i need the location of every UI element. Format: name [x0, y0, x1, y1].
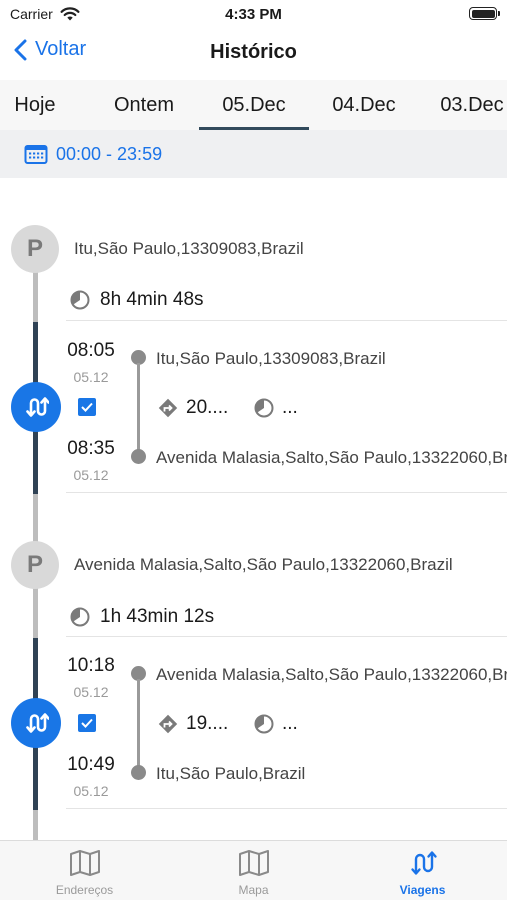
- route-swap-icon: [26, 713, 49, 733]
- map-icon: [238, 850, 269, 876]
- status-time: 4:33 PM: [225, 6, 282, 23]
- parking-duration: 1h 43min 12s: [70, 606, 214, 628]
- trip-from-address: Avenida Malasia,Salto,São Paulo,13322060…: [156, 665, 507, 684]
- trip-connector: [137, 363, 140, 451]
- route-icon: [410, 851, 437, 875]
- tab-ontem[interactable]: Ontem: [94, 80, 194, 130]
- trip-start-time: 10:18: [67, 655, 115, 676]
- trip-distance-value: 20....: [186, 397, 229, 418]
- trip-to-address: Itu,São Paulo,Brazil: [156, 764, 306, 783]
- tab-03-dec[interactable]: 03.Dec: [420, 80, 507, 130]
- clock-icon: [70, 290, 90, 310]
- trip-marker[interactable]: [11, 698, 61, 748]
- trip-duration-value: ...: [282, 397, 298, 418]
- divider: [66, 492, 507, 493]
- tab-05-dec[interactable]: 05.Dec: [199, 80, 309, 130]
- trip-duration-value: ...: [282, 713, 298, 734]
- trip-checkbox[interactable]: [78, 398, 96, 416]
- trip-from-address: Itu,São Paulo,13309083,Brazil: [156, 349, 386, 368]
- trip-checkbox[interactable]: [78, 714, 96, 732]
- route-swap-icon: [26, 397, 49, 417]
- status-bar: Carrier 4:33 PM: [0, 0, 507, 28]
- time-range-label: 00:00 - 23:59: [56, 143, 163, 164]
- timeline-track: [33, 588, 38, 638]
- clock-icon: [254, 398, 274, 418]
- battery-icon: [469, 7, 500, 20]
- trip-end-dot: [131, 449, 146, 464]
- trip-end-dot: [131, 765, 146, 780]
- trip-end-time: 08:35: [67, 438, 115, 459]
- calendar-icon: [24, 145, 48, 164]
- date-tabs: Hoje Ontem 05.Dec 04.Dec 03.Dec: [0, 80, 507, 130]
- trip-marker[interactable]: [11, 382, 61, 432]
- tab-mapa-label: Mapa: [238, 883, 269, 897]
- parking-duration: 8h 4min 48s: [70, 289, 204, 311]
- tab-04-dec[interactable]: 04.Dec: [312, 80, 416, 130]
- trip-distance: 20....: [158, 397, 228, 419]
- parking-duration-value: 8h 4min 48s: [100, 289, 204, 310]
- time-range-selector[interactable]: 00:00 - 23:59: [0, 130, 507, 178]
- bottom-tab-bar: Endereços Mapa Viagens: [0, 840, 507, 900]
- page-title: Histórico: [210, 41, 297, 63]
- trip-end-time: 10:49: [67, 754, 115, 775]
- timeline-track: [33, 810, 38, 840]
- parking-marker: P: [11, 541, 59, 589]
- clock-icon: [70, 607, 90, 627]
- trip-end-date: 05.12: [73, 467, 109, 483]
- trip-distance: 19....: [158, 713, 228, 735]
- parking-address: Itu,São Paulo,13309083,Brazil: [74, 239, 304, 258]
- trip-start-time: 08:05: [67, 340, 115, 361]
- divider: [66, 636, 507, 637]
- parking-address: Avenida Malasia,Salto,São Paulo,13322060…: [74, 555, 453, 574]
- trip-start-date: 05.12: [73, 369, 109, 385]
- directions-icon: [158, 398, 178, 418]
- map-icon: [69, 850, 100, 876]
- trip-start-date: 05.12: [73, 684, 109, 700]
- tab-enderecos-label: Endereços: [55, 883, 114, 897]
- trip-distance-value: 19....: [186, 713, 229, 734]
- trip-timeline[interactable]: P Itu,São Paulo,13309083,Brazil 8h 4min …: [0, 178, 507, 840]
- tab-mapa[interactable]: Mapa: [169, 841, 338, 900]
- tab-enderecos[interactable]: Endereços: [0, 841, 169, 900]
- parking-duration-value: 1h 43min 12s: [100, 606, 215, 627]
- trip-duration: ...: [254, 397, 298, 419]
- checkmark-icon: [81, 402, 93, 412]
- trip-end-date: 05.12: [73, 783, 109, 799]
- trip-connector: [137, 679, 140, 767]
- tab-viagens[interactable]: Viagens: [338, 841, 507, 900]
- directions-icon: [158, 714, 178, 734]
- checkmark-icon: [81, 718, 93, 728]
- tab-hoje[interactable]: Hoje: [0, 80, 70, 130]
- navigation-bar: Voltar Histórico: [0, 28, 507, 78]
- trip-duration: ...: [254, 713, 298, 735]
- trip-to-address: Avenida Malasia,Salto,São Paulo,13322060…: [156, 448, 507, 467]
- divider: [66, 320, 507, 321]
- divider: [66, 808, 507, 809]
- tab-viagens-label: Viagens: [399, 883, 446, 897]
- parking-marker: P: [11, 225, 59, 273]
- clock-icon: [254, 714, 274, 734]
